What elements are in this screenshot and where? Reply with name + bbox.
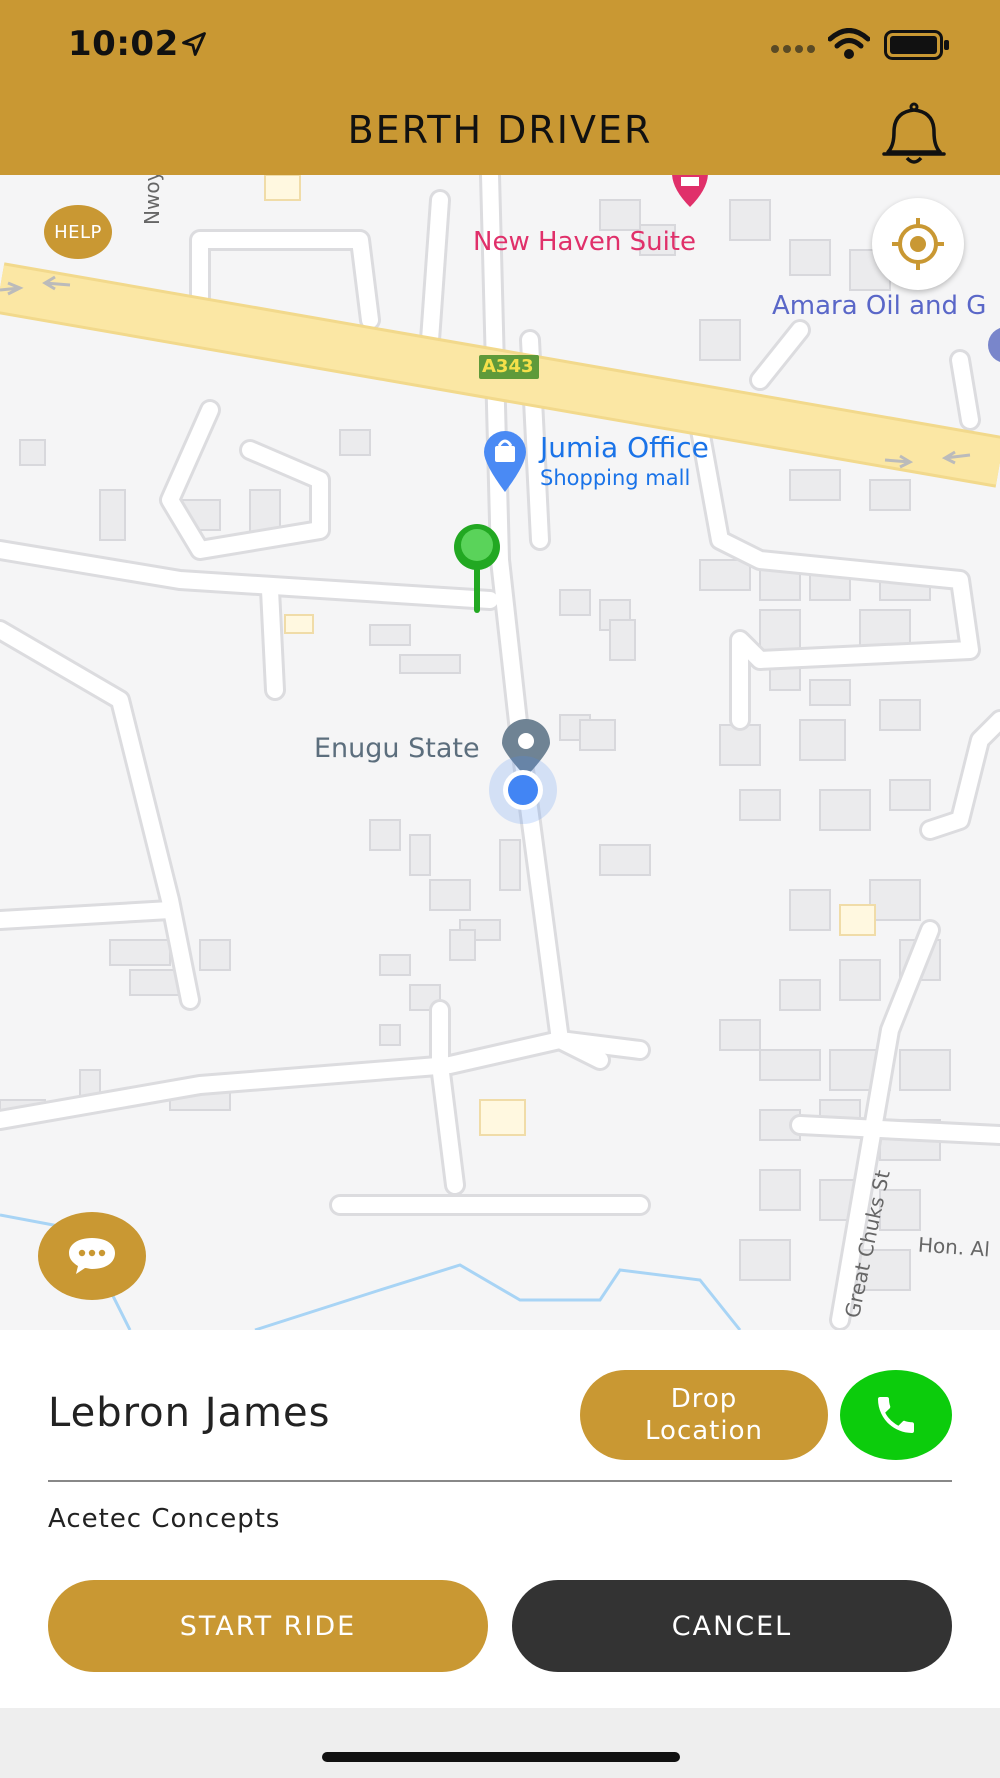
company-name: Acetec Concepts — [48, 1504, 281, 1534]
poi-new-haven[interactable]: New Haven Suite — [473, 227, 696, 257]
status-time: 10:02 — [68, 24, 179, 64]
bell-icon[interactable] — [876, 98, 952, 168]
current-location-icon — [489, 756, 557, 824]
cancel-button[interactable]: CANCEL — [512, 1580, 952, 1672]
drop-location-button[interactable]: Drop Location — [580, 1370, 828, 1460]
ride-sheet: Lebron James Drop Location Acetec Concep… — [0, 1330, 1000, 1708]
poi-pin-icon[interactable] — [986, 325, 1000, 365]
road-badge-label: A343 — [482, 356, 534, 377]
home-indicator[interactable] — [322, 1752, 680, 1762]
shopping-pin-icon[interactable] — [480, 430, 530, 494]
divider — [48, 1480, 952, 1482]
chat-icon — [69, 1238, 115, 1274]
locate-button[interactable] — [872, 198, 964, 290]
chat-button[interactable] — [38, 1212, 146, 1300]
street-nwoy: Nwoy — [140, 175, 164, 225]
start-ride-button[interactable]: START RIDE — [48, 1580, 488, 1672]
signal-icon — [771, 45, 815, 53]
status-bar: 10:02 — [0, 0, 1000, 88]
phone-icon — [878, 1397, 914, 1433]
wifi-icon — [828, 28, 870, 59]
map-strip — [0, 1708, 1000, 1778]
call-button[interactable] — [840, 1370, 952, 1460]
poi-amara[interactable]: Amara Oil and G — [772, 291, 986, 321]
hotel-pin-icon[interactable] — [668, 175, 712, 207]
street-hon: Hon. Al — [917, 1232, 991, 1262]
crosshair-icon — [892, 218, 944, 270]
page-title: BERTH DRIVER — [347, 108, 653, 152]
help-button[interactable]: HELP — [44, 205, 112, 259]
poi-jumia[interactable]: Jumia Office — [540, 431, 709, 464]
rider-name: Lebron James — [48, 1390, 331, 1436]
pickup-pin-icon[interactable] — [450, 523, 504, 623]
map-view[interactable]: A343 New Haven Suite Amara Oil and G Jum… — [0, 175, 1000, 1330]
area-label: Enugu State — [314, 733, 480, 764]
poi-jumia-sub: Shopping mall — [540, 466, 691, 490]
battery-icon — [884, 30, 949, 60]
location-arrow-icon — [182, 32, 206, 56]
app-header: BERTH DRIVER — [0, 88, 1000, 175]
